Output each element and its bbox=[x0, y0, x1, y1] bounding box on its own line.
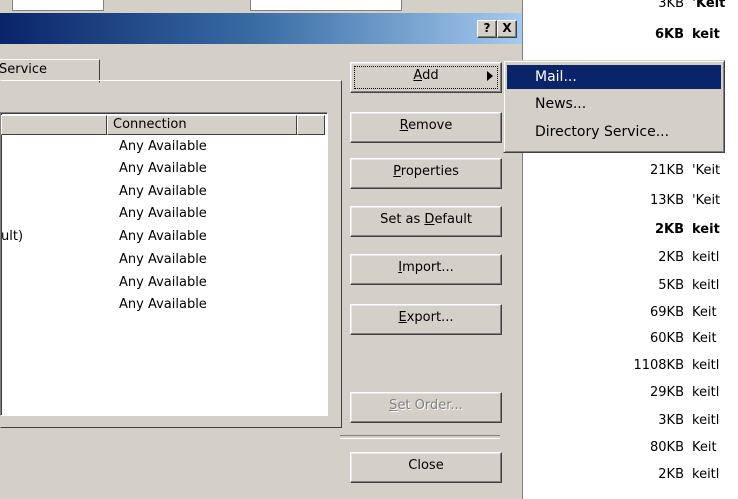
set-default-label-post: efault bbox=[434, 212, 472, 227]
submenu-arrow-icon bbox=[487, 71, 493, 81]
export-label-accel: E bbox=[398, 310, 407, 325]
properties-label-post: roperties bbox=[400, 164, 459, 179]
remove-label-post: emove bbox=[408, 118, 453, 133]
message-size: 29KB bbox=[650, 385, 684, 400]
message-from: keit bbox=[692, 222, 720, 237]
message-from: Keit bbox=[692, 331, 717, 346]
background-field bbox=[250, 0, 402, 11]
add-label-accel: A bbox=[413, 68, 423, 83]
close-label: Close bbox=[408, 458, 444, 473]
message-from: keitl bbox=[692, 278, 720, 293]
column-header-label: Connection bbox=[113, 117, 187, 132]
account-connection[interactable]: Any Available bbox=[119, 273, 207, 293]
message-size: 69KB bbox=[650, 305, 684, 320]
message-size: 80KB bbox=[650, 440, 684, 455]
help-button[interactable]: ? bbox=[477, 20, 497, 38]
accounts-list[interactable]: Connection Any Available Any Available A… bbox=[0, 112, 328, 416]
account-connection[interactable]: Any Available bbox=[119, 182, 207, 202]
import-label-post: mport... bbox=[402, 260, 454, 275]
close-window-button[interactable]: X bbox=[497, 20, 517, 38]
account-connection[interactable]: Any Available bbox=[119, 204, 207, 224]
properties-label-accel: P bbox=[393, 164, 401, 179]
tab-label: Service bbox=[0, 62, 48, 77]
account-name[interactable]: ult) bbox=[1, 227, 23, 247]
message-from: keit bbox=[692, 27, 720, 42]
help-icon: ? bbox=[483, 21, 491, 35]
column-header-filler bbox=[297, 115, 325, 135]
menu-item-news[interactable]: News... bbox=[507, 92, 721, 116]
accounts-dialog: Service Connection Any Available Any Ava… bbox=[0, 44, 522, 499]
message-size: 1108KB bbox=[633, 358, 684, 373]
set-as-default-button[interactable]: Set as Default bbox=[350, 206, 502, 237]
account-connection[interactable]: Any Available bbox=[119, 137, 207, 157]
account-connection[interactable]: Any Available bbox=[119, 227, 207, 247]
message-size: 2KB bbox=[658, 467, 684, 482]
menu-item-directory-service[interactable]: Directory Service... bbox=[507, 120, 721, 144]
message-from: keitl bbox=[692, 250, 720, 265]
message-from: keitl bbox=[692, 358, 720, 373]
properties-button[interactable]: Properties bbox=[350, 158, 502, 189]
message-from: keitl bbox=[692, 413, 720, 428]
message-size: 60KB bbox=[650, 331, 684, 346]
dialog-titlebar[interactable]: ? X bbox=[0, 13, 522, 44]
message-from: keitl bbox=[692, 385, 720, 400]
close-icon: X bbox=[502, 21, 512, 35]
message-size: 5KB bbox=[658, 278, 684, 293]
message-from: 'Keit bbox=[692, 193, 721, 208]
close-button[interactable]: Close bbox=[350, 452, 502, 483]
message-size: 13KB bbox=[650, 193, 684, 208]
message-from: Keit bbox=[692, 305, 717, 320]
account-connection[interactable]: Any Available bbox=[119, 250, 207, 270]
column-header-account[interactable] bbox=[1, 115, 107, 135]
import-button[interactable]: Import... bbox=[350, 254, 502, 285]
account-connection[interactable]: Any Available bbox=[119, 295, 207, 315]
export-label-post: xport... bbox=[406, 310, 454, 325]
message-from: 'Keit bbox=[692, 0, 726, 11]
message-size: 3KB bbox=[658, 0, 684, 11]
account-connection[interactable]: Any Available bbox=[119, 159, 207, 179]
message-size: 21KB bbox=[650, 163, 684, 178]
message-size: 6KB bbox=[654, 27, 684, 42]
message-from: Keit bbox=[692, 440, 717, 455]
remove-button[interactable]: Remove bbox=[350, 112, 502, 143]
message-size: 2KB bbox=[654, 222, 684, 237]
remove-label-accel: R bbox=[399, 118, 409, 133]
menu-item-mail[interactable]: Mail... bbox=[507, 65, 721, 89]
add-button[interactable]: Add bbox=[350, 62, 502, 93]
set-default-label-accel: D bbox=[424, 212, 435, 227]
background-field bbox=[12, 0, 104, 11]
set-order-button[interactable]: Set Order... bbox=[350, 392, 502, 423]
message-from: keitl bbox=[692, 467, 720, 482]
message-from: 'Keit bbox=[692, 163, 721, 178]
message-size: 2KB bbox=[658, 250, 684, 265]
divider bbox=[340, 435, 500, 439]
export-button[interactable]: Export... bbox=[350, 304, 502, 335]
background-window-strip bbox=[0, 0, 522, 13]
column-header-connection[interactable]: Connection bbox=[107, 115, 297, 135]
set-order-label-post: et Order... bbox=[397, 398, 463, 413]
message-size: 3KB bbox=[658, 413, 684, 428]
set-default-label-pre: Set as bbox=[380, 212, 425, 227]
add-label-post: dd bbox=[422, 68, 439, 83]
add-popup-menu: Mail... News... Directory Service... bbox=[503, 60, 725, 153]
